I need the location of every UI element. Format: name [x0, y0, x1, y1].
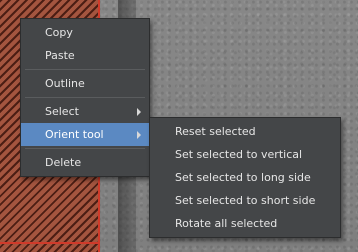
menu-item-label: Paste: [45, 49, 75, 62]
submenu-item-set-short-side[interactable]: Set selected to short side: [150, 189, 340, 212]
menu-item-select[interactable]: Select: [21, 100, 149, 123]
menu-item-label: Copy: [45, 26, 73, 39]
menu-item-delete[interactable]: Delete: [21, 151, 149, 174]
orient-tool-submenu: Reset selected Set selected to vertical …: [149, 117, 341, 238]
menu-item-copy[interactable]: Copy: [21, 21, 149, 44]
menu-item-paste[interactable]: Paste: [21, 44, 149, 67]
chevron-right-icon: [137, 131, 141, 139]
context-menu: Copy Paste Outline Select Orient tool De…: [20, 18, 150, 177]
menu-item-label: Delete: [45, 156, 82, 169]
submenu-item-label: Rotate all selected: [175, 217, 278, 230]
submenu-item-label: Set selected to short side: [175, 194, 316, 207]
menu-item-label: Orient tool: [45, 128, 104, 141]
submenu-item-set-vertical[interactable]: Set selected to vertical: [150, 143, 340, 166]
menu-separator: [25, 97, 145, 98]
submenu-item-rotate-all[interactable]: Rotate all selected: [150, 212, 340, 235]
submenu-item-label: Set selected to vertical: [175, 148, 303, 161]
submenu-item-set-long-side[interactable]: Set selected to long side: [150, 166, 340, 189]
submenu-item-reset-selected[interactable]: Reset selected: [150, 120, 340, 143]
menu-item-orient-tool[interactable]: Orient tool: [21, 123, 149, 146]
submenu-item-label: Reset selected: [175, 125, 256, 138]
menu-separator: [25, 69, 145, 70]
menu-item-label: Select: [45, 105, 79, 118]
menu-item-label: Outline: [45, 77, 85, 90]
submenu-item-label: Set selected to long side: [175, 171, 311, 184]
menu-item-outline[interactable]: Outline: [21, 72, 149, 95]
chevron-right-icon: [137, 108, 141, 116]
menu-separator: [25, 148, 145, 149]
